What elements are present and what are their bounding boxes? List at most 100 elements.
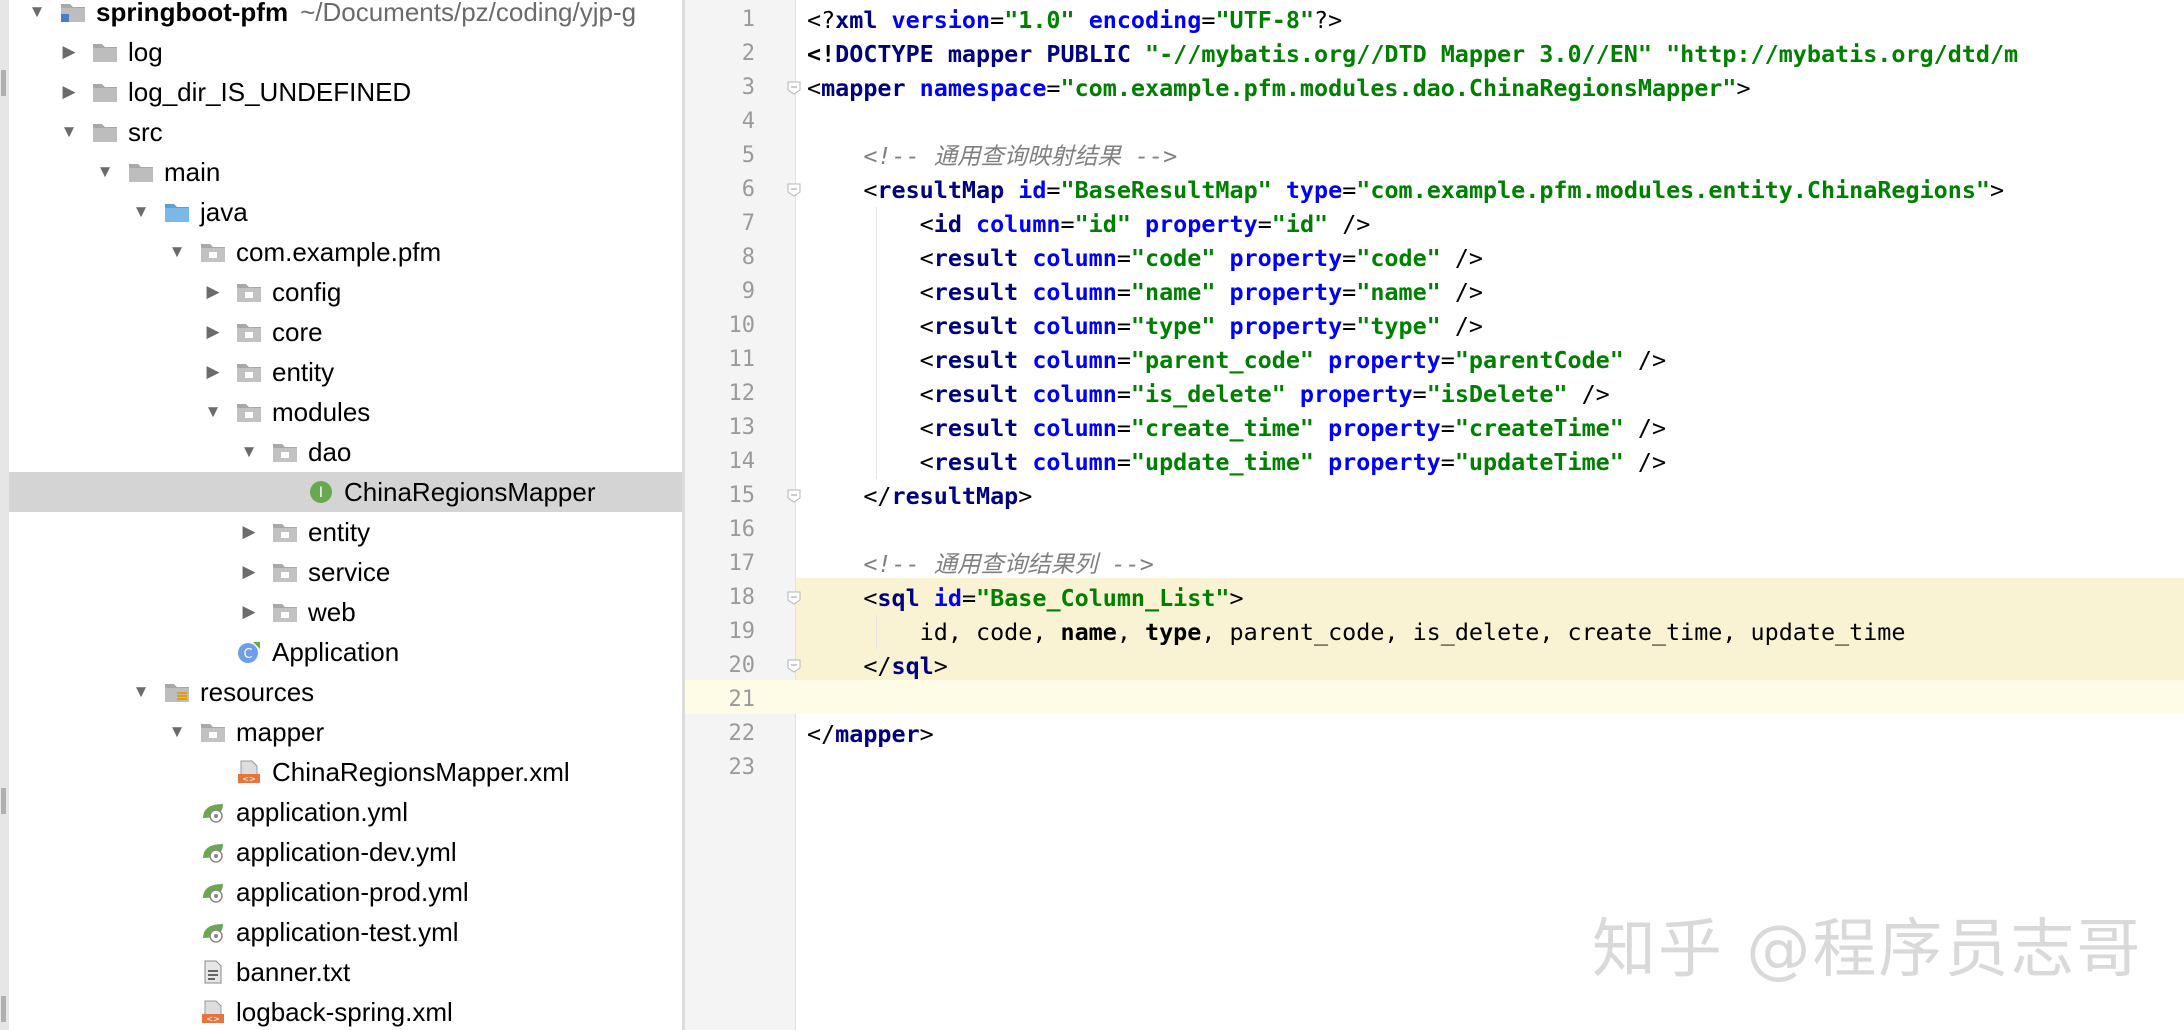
tree-item[interactable]: ▼ com.example.pfm [9, 232, 682, 272]
code-token: = [1046, 176, 1061, 204]
tree-item[interactable]: ▶banner.txt [9, 952, 682, 992]
expand-down-arrow-icon[interactable]: ▼ [61, 122, 78, 141]
code-token: sql [891, 652, 934, 680]
tree-item[interactable]: ▶IChinaRegionsMapper [9, 472, 682, 512]
tree-item-label: core [272, 316, 323, 347]
code-token: resultMap [877, 176, 1019, 204]
expand-down-arrow-icon[interactable]: ▼ [205, 402, 222, 421]
expand-down-arrow-icon[interactable]: ▼ [241, 442, 258, 461]
folder-icon [91, 40, 119, 64]
line-number: 7 [741, 211, 755, 236]
code-token: = [1116, 278, 1131, 306]
tree-item[interactable]: ▶ log [9, 32, 682, 72]
collapse-right-arrow-icon[interactable]: ▶ [205, 282, 221, 301]
collapse-right-arrow-icon[interactable]: ▶ [205, 322, 221, 341]
tree-item[interactable]: ▶<>logback-spring.xml [9, 992, 682, 1030]
spring-yml-icon [199, 840, 227, 864]
fold-toggle-icon[interactable] [787, 81, 801, 95]
code-token: column [1032, 244, 1117, 272]
code-line[interactable]: <!-- 通用查询映射结果 --> [807, 139, 1177, 173]
tree-item[interactable]: ▼ src [9, 112, 682, 152]
code-line[interactable]: <?xml version="1.0" encoding="UTF-8"?> [807, 3, 1342, 37]
line-number: 3 [741, 75, 755, 100]
code-token: /> [1637, 346, 1667, 374]
tree-item[interactable]: ▶ web [9, 592, 682, 632]
code-token: "1.0" [1004, 6, 1089, 34]
code-line[interactable]: <result column="code" property="code" /> [807, 241, 1483, 275]
code-token: < [807, 448, 934, 476]
code-token: xml [835, 6, 892, 34]
tree-item[interactable]: ▼ springboot-pfm ~/Documents/pz/coding/yjp… [9, 0, 682, 32]
tree-item[interactable]: ▶application-test.yml [9, 912, 682, 952]
code-line[interactable]: </sql> [807, 649, 948, 683]
code-token: encoding [1088, 6, 1202, 34]
tree-item[interactable]: ▶ core [9, 312, 682, 352]
collapse-right-arrow-icon[interactable]: ▶ [241, 602, 257, 621]
code-line[interactable]: <result column="is_delete" property="isD… [807, 377, 1610, 411]
xml-file-icon: <> [199, 1000, 227, 1024]
code-token: id, code, [807, 618, 1061, 646]
collapse-right-arrow-icon[interactable]: ▶ [241, 522, 257, 541]
code-line[interactable]: <result column="create_time" property="c… [807, 411, 1666, 445]
line-number: 21 [728, 687, 756, 712]
collapse-right-arrow-icon[interactable]: ▶ [61, 42, 77, 61]
code-token: "UTF-8" [1215, 6, 1315, 34]
tree-item-label: com.example.pfm [236, 236, 442, 267]
code-token: = [1440, 346, 1455, 374]
code-line[interactable]: <sql id="Base_Column_List"> [807, 581, 1243, 615]
tree-item[interactable]: ▶ log_dir_IS_UNDEFINED [9, 72, 682, 112]
tree-item[interactable]: ▼ mapper [9, 712, 682, 752]
code-line[interactable]: </resultMap> [807, 479, 1032, 513]
expand-down-arrow-icon[interactable]: ▼ [169, 722, 186, 741]
tree-item[interactable]: ▼ main [9, 152, 682, 192]
code-line[interactable]: <result column="parent_code" property="p… [807, 343, 1666, 377]
tree-item[interactable]: ▼ resources [9, 672, 682, 712]
code-line[interactable]: <result column="update_time" property="u… [807, 445, 1666, 479]
fold-toggle-icon[interactable] [787, 591, 801, 605]
tree-item[interactable]: ▶ entity [9, 512, 682, 552]
expand-down-arrow-icon[interactable]: ▼ [133, 202, 150, 221]
tree-item[interactable]: ▶<>ChinaRegionsMapper.xml [9, 752, 682, 792]
code-line[interactable]: </mapper> [807, 717, 934, 751]
collapse-right-arrow-icon[interactable]: ▶ [205, 362, 221, 381]
collapse-right-arrow-icon[interactable]: ▶ [241, 562, 257, 581]
code-token: result [933, 448, 1033, 476]
fold-toggle-icon[interactable] [787, 489, 801, 503]
code-line[interactable]: <result column="type" property="type" /> [807, 309, 1483, 343]
code-line[interactable]: <!DOCTYPE mapper PUBLIC "-//mybatis.org/… [807, 37, 2018, 71]
tree-item-label: service [308, 556, 391, 587]
code-line[interactable]: <mapper namespace="com.example.pfm.modul… [807, 71, 1751, 105]
fold-toggle-icon[interactable] [787, 659, 801, 673]
tree-item[interactable]: ▼ modules [9, 392, 682, 432]
code-line[interactable]: <!-- 通用查询结果列 --> [807, 547, 1153, 581]
expand-down-arrow-icon[interactable]: ▼ [169, 242, 186, 261]
package-icon [199, 720, 227, 744]
code-line[interactable]: <result column="name" property="name" /> [807, 275, 1483, 309]
tree-item-label: modules [272, 396, 371, 427]
tree-item[interactable]: ▶application-dev.yml [9, 832, 682, 872]
fold-toggle-icon[interactable] [787, 183, 801, 197]
collapse-right-arrow-icon[interactable]: ▶ [61, 82, 77, 101]
code-token: "name" [1356, 278, 1455, 306]
tree-item[interactable]: ▶CApplication [9, 632, 682, 672]
code-token: resultMap [891, 482, 1019, 510]
tree-item[interactable]: ▼ java [9, 192, 682, 232]
expand-down-arrow-icon[interactable]: ▼ [97, 162, 114, 181]
tree-item[interactable]: ▼ dao [9, 432, 682, 472]
tree-item-label: logback-spring.xml [236, 996, 453, 1027]
expand-down-arrow-icon[interactable]: ▼ [133, 682, 150, 701]
code-line[interactable]: <resultMap id="BaseResultMap" type="com.… [807, 173, 2004, 207]
expand-down-arrow-icon[interactable]: ▼ [29, 2, 46, 21]
code-token: "id" [1074, 210, 1146, 238]
code-line[interactable]: <id column="id" property="id" /> [807, 207, 1371, 241]
tree-item[interactable]: ▶ service [9, 552, 682, 592]
svg-text:<>: <> [206, 1015, 219, 1024]
tree-item[interactable]: ▶ entity [9, 352, 682, 392]
tree-item-label: Application [272, 636, 400, 667]
folder-icon [91, 80, 119, 104]
code-token: id [933, 210, 976, 238]
tree-item[interactable]: ▶application.yml [9, 792, 682, 832]
code-line[interactable]: id, code, name, type, parent_code, is_de… [807, 615, 1906, 649]
tree-item[interactable]: ▶ config [9, 272, 682, 312]
tree-item[interactable]: ▶application-prod.yml [9, 872, 682, 912]
